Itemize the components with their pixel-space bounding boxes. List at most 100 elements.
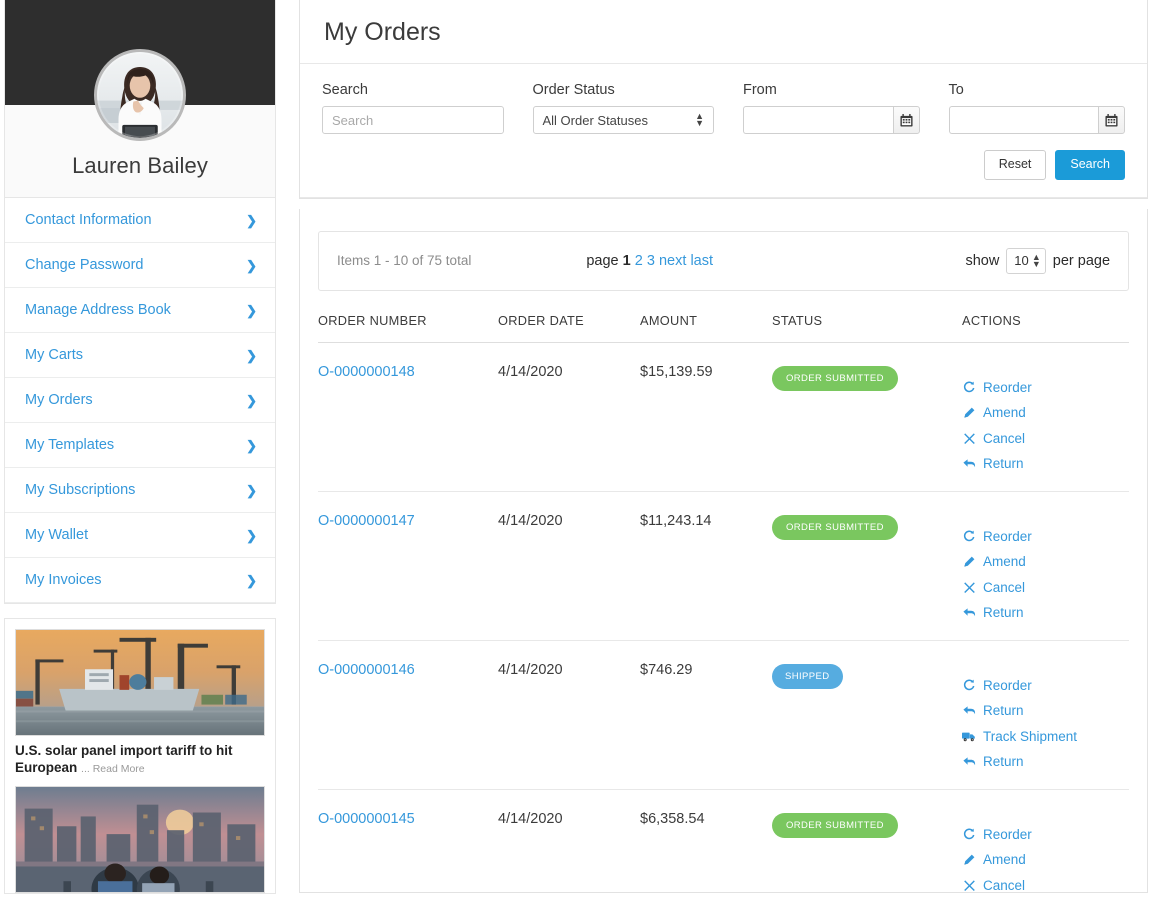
action-label: Return: [983, 605, 1024, 621]
cancel-action[interactable]: Cancel: [962, 581, 1129, 595]
to-date-input[interactable]: [948, 106, 1099, 134]
action-label: Reorder: [983, 379, 1032, 395]
order-date-cell: 4/14/2020: [498, 342, 640, 492]
news-item-title[interactable]: U.S. solar panel import tariff to hit Eu…: [15, 743, 265, 777]
chevron-right-icon: ❯: [246, 437, 257, 453]
panel-header: My Orders: [300, 0, 1147, 64]
sidebar-item-my-invoices[interactable]: My Invoices ❯: [5, 558, 275, 603]
amend-action[interactable]: Amend: [962, 853, 1129, 867]
to-label: To: [948, 82, 964, 98]
reorder-action[interactable]: Reorder: [962, 530, 1129, 544]
return-arrow-icon: [962, 607, 976, 619]
action-label: Return: [983, 456, 1024, 472]
track-shipment-action[interactable]: Track Shipment: [962, 730, 1129, 744]
reorder-refresh-icon: [962, 530, 976, 542]
news-item-image[interactable]: [15, 785, 265, 893]
order-number-link[interactable]: O-0000000145: [318, 811, 415, 827]
return-action[interactable]: Return: [962, 704, 1129, 718]
sidebar: Lauren Bailey Contact Information ❯ Chan…: [4, 0, 276, 904]
from-date-input[interactable]: [743, 106, 893, 134]
sidebar-item-contact-information[interactable]: Contact Information ❯: [5, 198, 275, 243]
chevron-right-icon: ❯: [246, 347, 257, 363]
news-widget: U.S. solar panel import tariff to hit Eu…: [4, 618, 276, 894]
action-label: Cancel: [983, 430, 1026, 446]
sidebar-item-my-carts[interactable]: My Carts ❯: [5, 333, 275, 378]
from-calendar-button[interactable]: [892, 106, 920, 134]
return-action[interactable]: Return: [962, 457, 1129, 471]
order-amount-cell: $11,243.14: [640, 491, 772, 641]
filter-bar: Search Order Status All Order Statuses ▲…: [300, 64, 1147, 198]
search-label: Search: [322, 82, 368, 98]
sidebar-item-my-orders[interactable]: My Orders ❯: [5, 378, 275, 423]
per-page-select[interactable]: 10 ▲ ▼: [1006, 247, 1046, 274]
results-toolbar: Items 1 - 10 of 75 total page 1 2 3 next…: [318, 230, 1129, 291]
sidebar-item-my-templates[interactable]: My Templates ❯: [5, 423, 275, 468]
return-action[interactable]: Return: [962, 606, 1129, 620]
action-label: Reorder: [983, 826, 1032, 842]
search-button[interactable]: Search: [1055, 150, 1125, 180]
order-amount-cell: $6,358.54: [640, 789, 772, 892]
search-field-group: Search: [322, 82, 504, 134]
column-header-amount: AMOUNT: [640, 312, 772, 343]
row-actions: Reorder Amend: [962, 364, 1129, 471]
order-number-link[interactable]: O-0000000147: [318, 513, 415, 529]
page-link-2[interactable]: 2: [635, 253, 643, 269]
action-label: Reorder: [983, 677, 1032, 693]
sidebar-item-my-wallet[interactable]: My Wallet ❯: [5, 513, 275, 558]
reorder-action[interactable]: Reorder: [962, 679, 1129, 693]
sidebar-item-my-subscriptions[interactable]: My Subscriptions ❯: [5, 468, 275, 513]
action-label: Amend: [983, 405, 1026, 421]
sidebar-item-manage-address-book[interactable]: Manage Address Book ❯: [5, 288, 275, 333]
results-panel: Items 1 - 10 of 75 total page 1 2 3 next…: [299, 208, 1148, 893]
profile-card: Lauren Bailey: [4, 0, 276, 198]
sidebar-item-change-password[interactable]: Change Password ❯: [5, 243, 275, 288]
status-badge: ORDER SUBMITTED: [772, 365, 898, 392]
page-root: Lauren Bailey Contact Information ❯ Chan…: [0, 0, 1153, 904]
reorder-action[interactable]: Reorder: [962, 828, 1129, 842]
page-word: page: [586, 252, 619, 269]
reorder-refresh-icon: [962, 381, 976, 393]
order-number-link[interactable]: O-0000000146: [318, 662, 415, 678]
row-actions: Reorder Amend: [962, 513, 1129, 620]
chevron-right-icon: ❯: [246, 392, 257, 408]
status-badge: SHIPPED: [772, 663, 843, 690]
amend-action[interactable]: Amend: [962, 406, 1129, 420]
page-link-3[interactable]: 3: [647, 253, 655, 269]
return-arrow-icon: [962, 458, 976, 470]
chevron-right-icon: ❯: [246, 212, 257, 228]
cancel-x-icon: [962, 582, 976, 593]
return-action[interactable]: Return: [962, 755, 1129, 769]
next-page-link[interactable]: next: [659, 253, 686, 269]
sidebar-item-label: My Subscriptions: [25, 482, 136, 498]
order-amount-cell: $15,139.59: [640, 342, 772, 492]
read-more-link[interactable]: ... Read More: [81, 763, 145, 775]
order-date-cell: 4/14/2020: [498, 640, 640, 790]
reorder-action[interactable]: Reorder: [962, 381, 1129, 395]
order-status-field-group: Order Status All Order Statuses ▲ ▼: [532, 82, 714, 134]
search-input[interactable]: [322, 106, 504, 134]
amend-action[interactable]: Amend: [962, 555, 1129, 569]
cancel-action[interactable]: Cancel: [962, 879, 1129, 892]
chevron-right-icon: ❯: [246, 572, 257, 588]
order-status-select[interactable]: All Order Statuses ▲ ▼: [532, 106, 714, 134]
news-item-image[interactable]: [15, 629, 265, 736]
order-date-cell: 4/14/2020: [498, 789, 640, 892]
table-row: O-0000000147 4/14/2020 $11,243.14 ORDER …: [318, 491, 1129, 641]
orders-table-body: O-0000000148 4/14/2020 $15,139.59 ORDER …: [318, 342, 1129, 892]
filter-actions: Reset Search: [322, 150, 1125, 180]
current-page: 1: [622, 252, 631, 269]
amend-pencil-icon: [962, 556, 976, 568]
cancel-action[interactable]: Cancel: [962, 432, 1129, 446]
from-label: From: [743, 82, 777, 98]
orders-panel: My Orders Search Order Status All Order …: [299, 0, 1148, 199]
chevron-right-icon: ❯: [246, 527, 257, 543]
to-calendar-button[interactable]: [1098, 106, 1125, 134]
order-number-link[interactable]: O-0000000148: [318, 364, 415, 380]
per-page-value: 10: [1014, 253, 1029, 269]
last-page-link[interactable]: last: [690, 253, 713, 269]
amend-pencil-icon: [962, 854, 976, 866]
sidebar-nav: Contact Information ❯ Change Password ❯ …: [4, 198, 276, 604]
truck-icon: [962, 731, 976, 742]
reset-button[interactable]: Reset: [983, 150, 1047, 180]
sidebar-item-label: My Orders: [25, 392, 93, 408]
